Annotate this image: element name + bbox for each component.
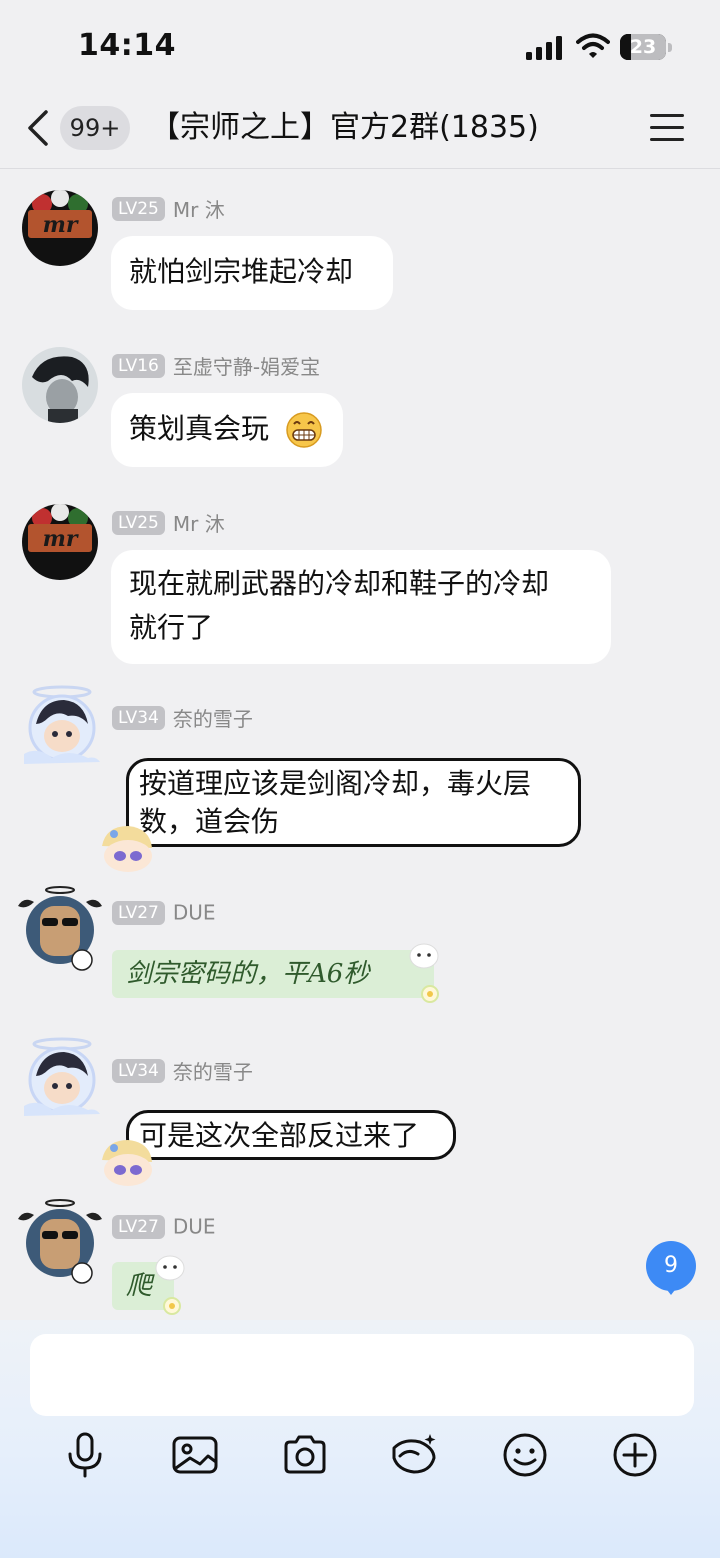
message-bubble[interactable]: 就怕剑宗堆起冷却: [111, 236, 393, 310]
message-text: 就怕剑宗堆起冷却: [129, 255, 354, 288]
camera-icon[interactable]: [280, 1430, 330, 1480]
message-text: 可是这次全部反过来了: [139, 1119, 420, 1152]
level-badge: LV27: [112, 900, 165, 925]
message-text: 策划真会玩: [129, 412, 270, 445]
message-text-line: 数，道会伤: [139, 805, 280, 838]
chibi-bubble-decoration: [102, 1140, 152, 1186]
avatar[interactable]: [16, 884, 104, 972]
chat-header: 99+ 【宗师之上】官方2群(1835): [0, 92, 720, 169]
avatar[interactable]: [18, 1036, 102, 1120]
unread-badge[interactable]: 99+: [60, 106, 130, 150]
level-badge: LV25: [112, 196, 165, 221]
page-title: 【宗师之上】官方2群(1835): [150, 110, 539, 145]
message-text-line: 现在就刷武器的冷却和鞋子的冷却: [129, 567, 550, 600]
message-bubble[interactable]: 策划真会玩: [111, 393, 343, 467]
svg-text:mr: mr: [43, 526, 79, 552]
message-bubble[interactable]: 可是这次全部反过来了: [126, 1110, 456, 1160]
avatar[interactable]: [22, 347, 98, 423]
plus-icon[interactable]: [610, 1430, 660, 1480]
sender-meta: LV27 DUE: [112, 1213, 216, 1239]
svg-text:mr: mr: [43, 212, 79, 238]
flower-decoration: [409, 943, 439, 1003]
level-badge: LV25: [112, 510, 165, 535]
sender-name[interactable]: Mr 沐: [173, 512, 225, 536]
message-input[interactable]: [30, 1334, 694, 1416]
sender-name[interactable]: 奈的雪子: [173, 1060, 253, 1084]
avatar[interactable]: mr: [22, 504, 98, 580]
message-text-line: 就行了: [129, 611, 214, 644]
message-text: 剑宗密码的，平A6秒: [126, 959, 370, 989]
avatar[interactable]: [16, 1197, 104, 1285]
avatar[interactable]: [18, 684, 102, 768]
sender-name[interactable]: 至虚守静-娟爱宝: [173, 355, 320, 379]
sender-meta: LV34 奈的雪子: [112, 1056, 253, 1084]
status-bar: 14:14 23: [0, 0, 720, 90]
input-area: [0, 1320, 720, 1558]
message-bubble[interactable]: 现在就刷武器的冷却和鞋子的冷却 就行了: [111, 550, 611, 664]
message-bubble[interactable]: 按道理应该是剑阁冷却，毒火层 数，道会伤: [126, 758, 581, 847]
sender-meta: LV25 Mr 沐: [112, 508, 225, 536]
level-badge: LV34: [112, 1058, 165, 1083]
avatar[interactable]: mr: [22, 190, 98, 266]
chibi-bubble-decoration: [102, 826, 152, 872]
sender-meta: LV16 至虚守静-娟爱宝: [112, 351, 320, 379]
sender-meta: LV25 Mr 沐: [112, 194, 225, 222]
level-badge: LV16: [112, 353, 165, 378]
flower-decoration: [155, 1255, 185, 1315]
message-text-line: 按道理应该是剑阁冷却，毒火层: [139, 767, 532, 800]
battery-icon: 23: [620, 34, 672, 60]
grin-emoji-icon: [286, 412, 322, 448]
signal-icon: [526, 36, 562, 60]
red-packet-icon[interactable]: [390, 1430, 440, 1480]
new-message-badge-tail: [664, 1286, 678, 1295]
sender-name[interactable]: Mr 沐: [173, 198, 225, 222]
sender-name[interactable]: DUE: [173, 901, 216, 925]
image-icon[interactable]: [170, 1430, 220, 1480]
microphone-icon[interactable]: [60, 1430, 110, 1480]
battery-level: 23: [629, 36, 657, 58]
emoji-icon[interactable]: [500, 1430, 550, 1480]
sender-meta: LV27 DUE: [112, 899, 216, 925]
menu-icon[interactable]: [650, 112, 686, 144]
level-badge: LV34: [112, 705, 165, 730]
wifi-icon: [576, 33, 610, 58]
new-message-badge[interactable]: 9: [646, 1241, 696, 1291]
level-badge: LV27: [112, 1214, 165, 1239]
sender-name[interactable]: 奈的雪子: [173, 707, 253, 731]
back-icon[interactable]: [22, 106, 58, 150]
status-time: 14:14: [78, 28, 176, 63]
message-bubble[interactable]: 剑宗密码的，平A6秒: [112, 950, 434, 998]
sender-meta: LV34 奈的雪子: [112, 703, 253, 731]
sender-name[interactable]: DUE: [173, 1215, 216, 1239]
